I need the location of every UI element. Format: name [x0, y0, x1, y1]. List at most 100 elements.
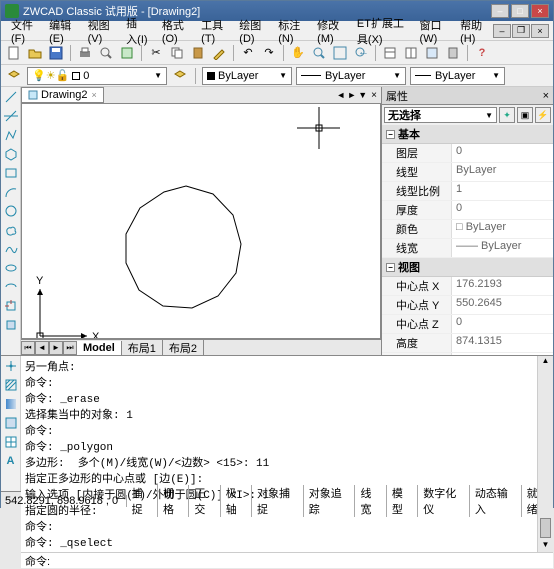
prop-category[interactable]: −基本: [382, 125, 553, 144]
preview-icon[interactable]: [97, 44, 115, 62]
prop-value[interactable]: 0: [452, 315, 553, 333]
selection-combo[interactable]: 无选择 ▼: [384, 107, 497, 123]
prop-value[interactable]: 176.2193: [452, 277, 553, 295]
cut-icon[interactable]: ✂: [147, 44, 165, 62]
menu-format[interactable]: 格式(O): [156, 15, 193, 47]
prop-value[interactable]: 1382.5943: [452, 353, 553, 355]
drawing-tab[interactable]: Drawing2 ×: [21, 87, 104, 103]
match-icon[interactable]: [210, 44, 228, 62]
prop-value[interactable]: □ ByLayer: [452, 220, 553, 238]
color-combo[interactable]: ByLayer ▼: [202, 67, 292, 85]
insert-icon[interactable]: [3, 298, 19, 314]
prop-row[interactable]: 中心点 Z0: [382, 315, 553, 334]
layer-manager-icon[interactable]: [5, 67, 23, 85]
status-osnap[interactable]: 对象捕捉: [252, 485, 304, 517]
arc-icon[interactable]: [3, 184, 19, 200]
status-coords[interactable]: 542.8291, 898.9618 , 0: [1, 495, 127, 507]
menu-draw[interactable]: 绘图(D): [233, 15, 270, 47]
prop-value[interactable]: 550.2645: [452, 296, 553, 314]
layout-prev-icon[interactable]: ◄: [35, 341, 49, 355]
redo-icon[interactable]: ↷: [260, 44, 278, 62]
close-button[interactable]: ×: [531, 4, 549, 18]
lineweight-combo[interactable]: ByLayer ▼: [410, 67, 505, 85]
zoom-prev-icon[interactable]: ←: [352, 44, 370, 62]
pickadd-icon[interactable]: ✦: [499, 107, 515, 123]
status-lwt[interactable]: 线宽: [355, 485, 386, 517]
prop-row[interactable]: 中心点 Y550.2645: [382, 296, 553, 315]
layout-last-icon[interactable]: ⏭: [63, 341, 77, 355]
mdi-restore-button[interactable]: ❐: [512, 24, 530, 38]
hatch-icon[interactable]: [3, 377, 19, 393]
maximize-button[interactable]: □: [511, 4, 529, 18]
gradient-icon[interactable]: [3, 396, 19, 412]
prop-value[interactable]: 874.1315: [452, 334, 553, 352]
copy-icon[interactable]: [168, 44, 186, 62]
xline-icon[interactable]: [3, 108, 19, 124]
prop-value[interactable]: —— ByLayer: [452, 239, 553, 257]
pline-icon[interactable]: [3, 127, 19, 143]
properties-icon[interactable]: [381, 44, 399, 62]
status-snap[interactable]: 捕捉: [127, 485, 158, 517]
open-icon[interactable]: [26, 44, 44, 62]
command-scrollbar[interactable]: ▲ ▼: [537, 356, 553, 552]
prop-row[interactable]: 高度874.1315: [382, 334, 553, 353]
rectangle-icon[interactable]: [3, 165, 19, 181]
prop-row[interactable]: 线宽—— ByLayer: [382, 239, 553, 258]
layout-first-icon[interactable]: ⏮: [21, 341, 35, 355]
prop-row[interactable]: 线型比例1: [382, 182, 553, 201]
select-objects-icon[interactable]: ▣: [517, 107, 533, 123]
command-input[interactable]: 命令:: [21, 552, 553, 568]
line-icon[interactable]: [3, 89, 19, 105]
tab-list-icon[interactable]: ▼: [358, 90, 367, 101]
prop-row[interactable]: 颜色□ ByLayer: [382, 220, 553, 239]
tab-model[interactable]: Model: [77, 341, 122, 355]
command-history[interactable]: 另一角点: 命令: 命令: _erase 选择集当中的对象: 1 命令: 命令:…: [21, 356, 537, 552]
prop-value[interactable]: 1: [452, 182, 553, 200]
status-dyn[interactable]: 动态输入: [470, 485, 522, 517]
circle-icon[interactable]: [3, 203, 19, 219]
mdi-close-button[interactable]: ×: [531, 24, 549, 38]
save-icon[interactable]: [47, 44, 65, 62]
publish-icon[interactable]: [118, 44, 136, 62]
zoom-window-icon[interactable]: [331, 44, 349, 62]
menu-file[interactable]: 文件(F): [5, 15, 41, 47]
layer-combo[interactable]: 💡 ☀ 🔓 0 ▼: [27, 67, 167, 85]
prop-value[interactable]: ByLayer: [452, 163, 553, 181]
properties-close-icon[interactable]: ×: [543, 90, 549, 102]
menu-window[interactable]: 窗口(W): [414, 15, 453, 47]
point-icon[interactable]: [3, 358, 19, 374]
region-icon[interactable]: [3, 415, 19, 431]
tab-prev-icon[interactable]: ◄: [336, 90, 345, 101]
ellipse-icon[interactable]: [3, 260, 19, 276]
design-center-icon[interactable]: [402, 44, 420, 62]
paste-icon[interactable]: [189, 44, 207, 62]
print-icon[interactable]: [76, 44, 94, 62]
status-otrack[interactable]: 对象追踪: [304, 485, 356, 517]
revcloud-icon[interactable]: [3, 222, 19, 238]
menu-tools[interactable]: 工具(T): [195, 15, 231, 47]
menu-view[interactable]: 视图(V): [82, 15, 119, 47]
layout-next-icon[interactable]: ►: [49, 341, 63, 355]
spline-icon[interactable]: [3, 241, 19, 257]
menu-modify[interactable]: 修改(M): [311, 15, 349, 47]
prop-row[interactable]: 图层0: [382, 144, 553, 163]
prop-value[interactable]: 0: [452, 201, 553, 219]
table-icon[interactable]: [3, 434, 19, 450]
calc-icon[interactable]: [444, 44, 462, 62]
tab-next-icon[interactable]: ►: [347, 90, 356, 101]
menu-dim[interactable]: 标注(N): [272, 15, 309, 47]
tool-palette-icon[interactable]: [423, 44, 441, 62]
menu-help[interactable]: 帮助(H): [454, 15, 491, 47]
tab-close-icon[interactable]: ×: [371, 90, 377, 101]
block-icon[interactable]: [3, 317, 19, 333]
tab-layout2[interactable]: 布局2: [163, 339, 204, 357]
status-polar[interactable]: 极轴: [221, 485, 252, 517]
zoom-icon[interactable]: [310, 44, 328, 62]
status-model[interactable]: 模型: [387, 485, 418, 517]
pan-icon[interactable]: ✋: [289, 44, 307, 62]
prop-category[interactable]: −视图: [382, 258, 553, 277]
drawing-canvas[interactable]: X Y: [21, 103, 381, 339]
minimize-button[interactable]: –: [491, 4, 509, 18]
undo-icon[interactable]: ↶: [239, 44, 257, 62]
status-tablet[interactable]: 数字化仪: [418, 485, 470, 517]
